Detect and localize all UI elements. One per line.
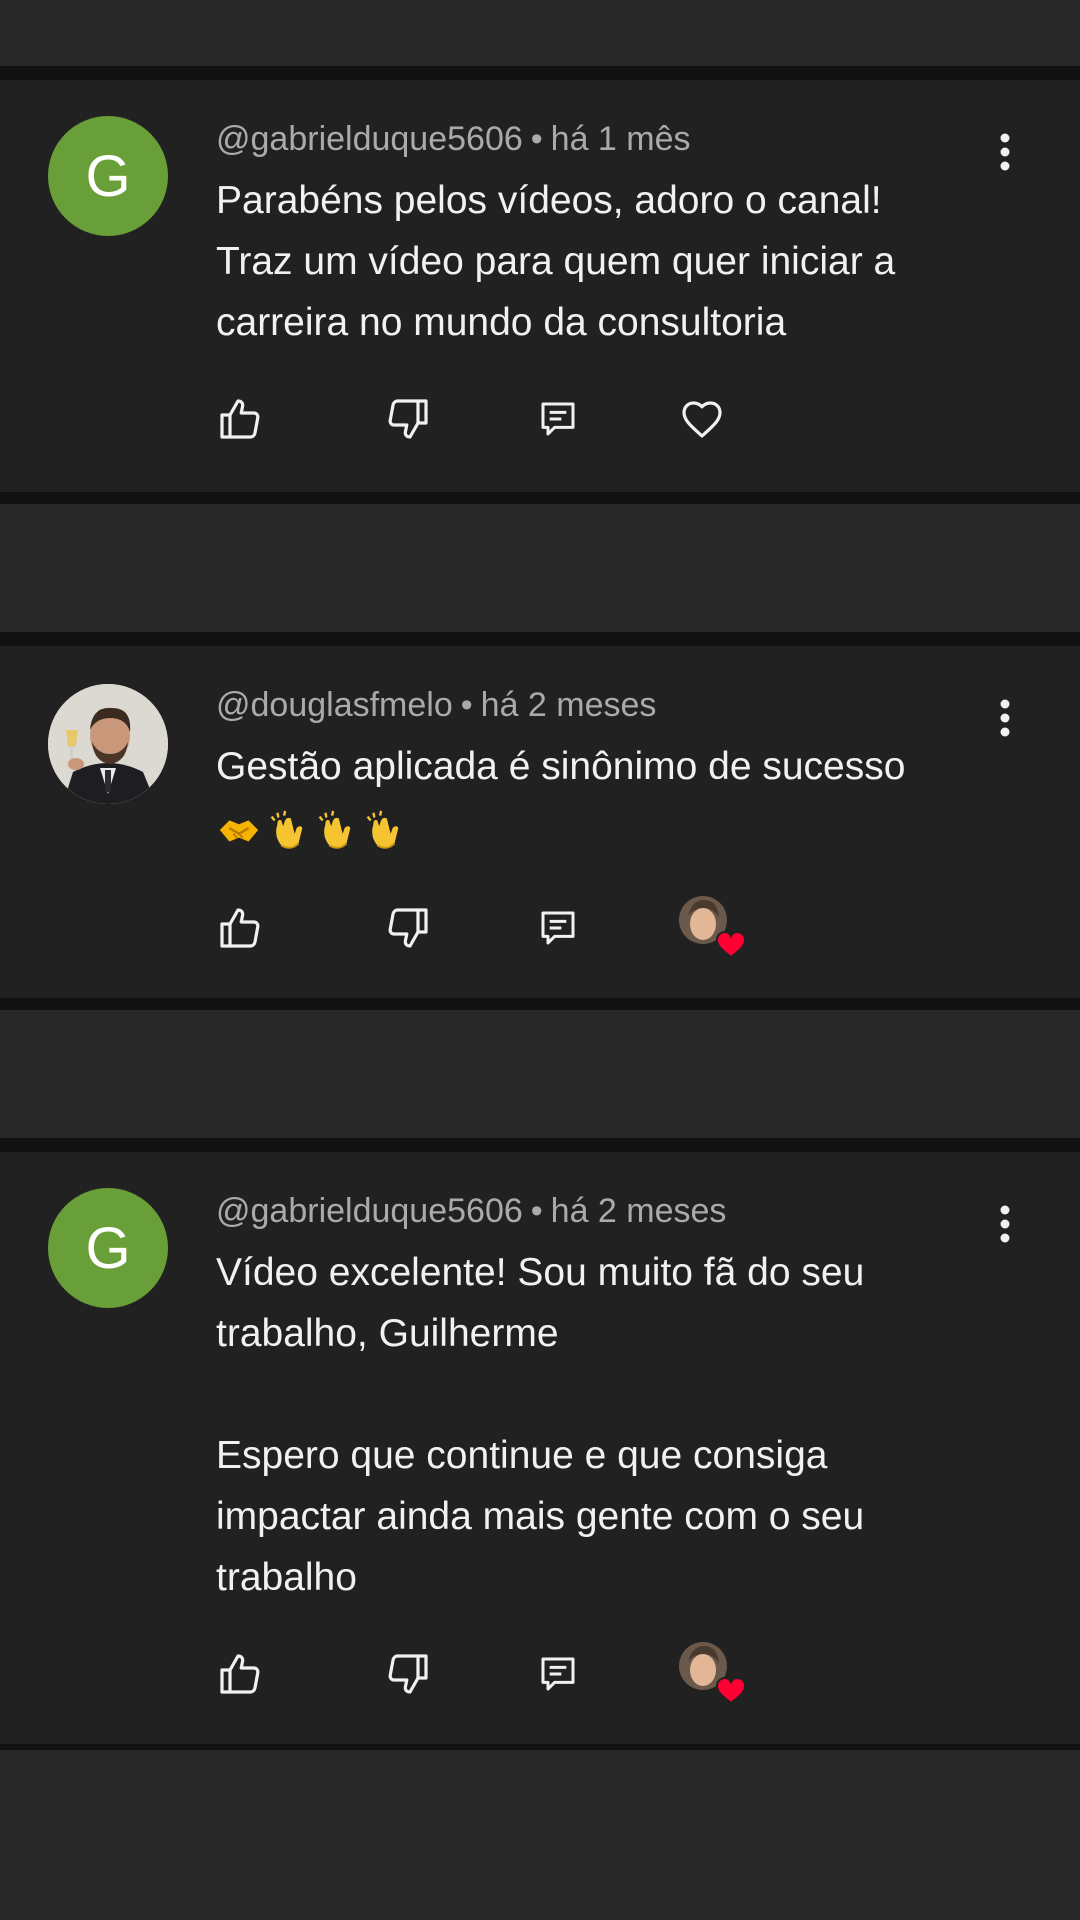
avatar-letter: G [85,143,131,209]
avatar[interactable]: G [48,1188,168,1308]
clapping-hands-emoji [318,810,351,849]
comment-meta: @douglasfmelo • há 2 meses [216,686,656,725]
meta-separator: • [530,120,543,158]
reply-button[interactable] [528,389,588,449]
comment-meta: @gabrielduque5606 • há 1 mês [216,120,691,159]
comment-time: há 2 meses [480,686,657,724]
creator-avatar-icon [679,896,747,959]
comment-line: Vídeo excelente! Sou muito fã do seu [216,1251,865,1294]
comment-line: Gestão aplicada é sinônimo de sucesso [216,745,906,788]
like-button[interactable] [210,389,270,449]
comment-line: Parabéns pelos vídeos, adoro o canal! [216,179,882,222]
handshake-emoji [219,820,259,842]
comment-text: Vídeo excelente! Sou muito fã do seu tra… [216,1242,1016,1608]
thumbs-up-icon [220,1654,260,1694]
meta-separator: • [460,686,473,724]
divider [0,66,1080,80]
avatar-letter: G [85,1215,131,1281]
thumbs-up-icon [220,908,260,948]
comment-text: Gestão aplicada é sinônimo de sucesso [216,736,1016,858]
comment-card: @douglasfmelo • há 2 meses Gestão aplicada… [0,646,1080,998]
divider [0,1138,1080,1152]
reply-icon [541,1657,575,1691]
comment-time: há 1 mês [550,120,691,158]
reply-icon [541,911,575,945]
author-name[interactable]: @douglasfmelo [216,686,453,724]
clapping-hands-emoji [366,810,399,849]
emoji-line [216,797,1016,858]
avatar[interactable] [48,684,168,804]
divider [0,632,1080,646]
heart-icon [682,401,722,438]
comment-line [216,1364,1016,1425]
thumbs-down-icon [388,1654,428,1694]
author-name[interactable]: @gabrielduque5606 [216,120,523,158]
like-button[interactable] [210,1644,270,1704]
reply-icon [541,402,575,436]
dislike-button[interactable] [378,389,438,449]
comment-line: Espero que continue e que consiga [216,1434,828,1477]
heart-button[interactable] [672,389,732,449]
comment-card: G @gabrielduque5606 • há 2 meses Vídeo exc… [0,1152,1080,1744]
comment-meta: @gabrielduque5606 • há 2 meses [216,1192,726,1231]
comment-line: impactar ainda mais gente com o seu [216,1495,865,1538]
comment-text: Parabéns pelos vídeos, adoro o canal! Tr… [216,170,1016,353]
reply-button[interactable] [528,1644,588,1704]
thumbs-up-icon [220,399,260,439]
comment-line: trabalho [216,1556,357,1599]
divider [0,492,1080,504]
thumbs-down-icon [388,399,428,439]
comment-line: trabalho, Guilherme [216,1312,559,1355]
more-vert-icon [1000,1205,1010,1243]
more-vert-icon [1000,699,1010,737]
divider [0,1744,1080,1750]
creator-heart-badge [670,1636,750,1706]
comment-time: há 2 meses [550,1192,727,1230]
reply-button[interactable] [528,898,588,958]
creator-avatar-icon [679,1642,747,1705]
comment-card: G @gabrielduque5606 • há 1 mês Parabéns pe… [0,80,1080,492]
clapping-hands-emoji [270,810,303,849]
dislike-button[interactable] [378,1644,438,1704]
avatar-photo [48,684,168,804]
divider [0,998,1080,1010]
meta-separator: • [530,1192,543,1230]
author-name[interactable]: @gabrielduque5606 [216,1192,523,1230]
avatar[interactable]: G [48,116,168,236]
dislike-button[interactable] [378,898,438,958]
like-button[interactable] [210,898,270,958]
more-vert-icon [1000,133,1010,171]
comment-line: Traz um vídeo para quem quer iniciar a [216,240,896,283]
creator-heart-badge [670,890,750,960]
comment-line: carreira no mundo da consultoria [216,301,787,344]
thumbs-down-icon [388,908,428,948]
